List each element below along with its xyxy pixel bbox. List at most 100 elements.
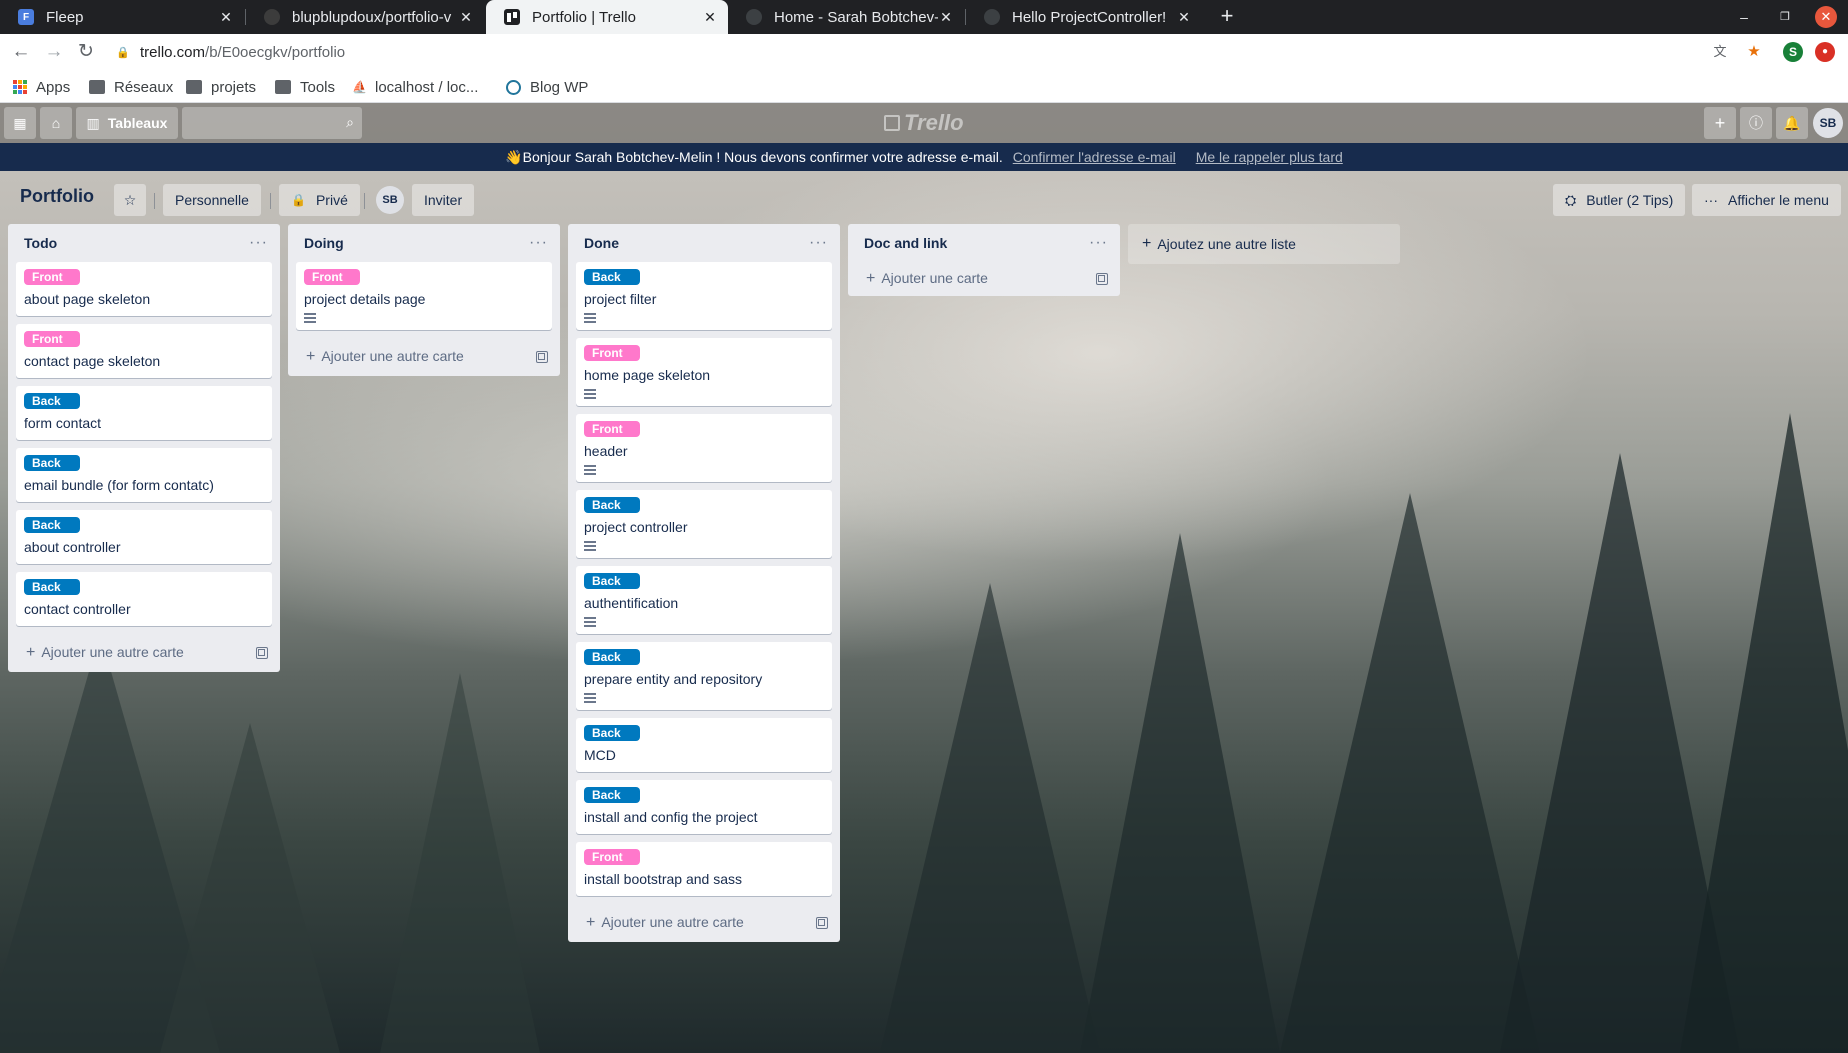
card-title: install and config the project	[584, 809, 758, 825]
browser-tab-github[interactable]: blupblupdoux/portfolio-v ✕	[246, 0, 484, 34]
browser-tab-trello[interactable]: Portfolio | Trello ✕	[486, 0, 728, 34]
card[interactable]: Front project details page	[296, 262, 552, 330]
card-label: Back	[24, 393, 80, 409]
boards-button[interactable]: ▥ Tableaux	[76, 107, 178, 139]
bookmark-tools[interactable]: Tools	[275, 76, 335, 98]
card[interactable]: Back form contact	[16, 386, 272, 440]
invite-button[interactable]: Inviter	[412, 184, 475, 216]
extension-icon[interactable]: ●	[1815, 42, 1835, 62]
list-title[interactable]: Todo	[24, 235, 57, 251]
card-template-icon[interactable]	[536, 351, 548, 363]
card[interactable]: Front contact page skeleton	[16, 324, 272, 378]
card[interactable]: Back MCD	[576, 718, 832, 772]
close-tab-icon[interactable]: ✕	[458, 9, 474, 26]
new-tab-button[interactable]: +	[1214, 4, 1240, 30]
card-template-icon[interactable]	[1096, 273, 1108, 285]
add-card-button[interactable]: + Ajouter une autre carte	[8, 634, 280, 672]
card[interactable]: Back project filter	[576, 262, 832, 330]
add-card-button[interactable]: + Ajouter une carte	[848, 262, 1120, 296]
background-tree	[1680, 413, 1848, 1053]
list-title[interactable]: Doc and link	[864, 235, 947, 251]
list-menu-icon[interactable]: ···	[809, 234, 828, 252]
member-avatar[interactable]: SB	[376, 186, 404, 214]
home-icon[interactable]: ⌂	[40, 107, 72, 139]
forward-arrow-icon[interactable]: →	[42, 40, 66, 64]
remind-later-link[interactable]: Me le rappeler plus tard	[1196, 149, 1343, 165]
card-title: header	[584, 443, 628, 459]
browser-tab-project-controller[interactable]: Hello ProjectController! ✕	[966, 0, 1202, 34]
bookmark-star-icon[interactable]: ★	[1744, 42, 1764, 62]
board-title[interactable]: Portfolio	[20, 186, 94, 207]
card[interactable]: Front home page skeleton	[576, 338, 832, 406]
reload-icon[interactable]: ↻	[74, 40, 98, 64]
team-button[interactable]: Personnelle	[163, 184, 261, 216]
translate-icon[interactable]: 文	[1710, 42, 1730, 62]
browser-tab-fleep[interactable]: F Fleep ✕	[0, 0, 244, 34]
list-menu-icon[interactable]: ···	[1089, 234, 1108, 252]
confirm-email-link[interactable]: Confirmer l'adresse e-mail	[1013, 149, 1176, 165]
visibility-label: Privé	[315, 192, 348, 208]
github-favicon-icon	[264, 9, 280, 25]
notification-bell-icon[interactable]: 🔔	[1776, 107, 1808, 139]
card[interactable]: Back prepare entity and repository	[576, 642, 832, 710]
plus-icon: +	[1142, 235, 1152, 252]
card-title: project details page	[304, 291, 426, 307]
bookmark-apps[interactable]: Apps	[13, 76, 70, 98]
close-tab-icon[interactable]: ✕	[938, 9, 954, 26]
divider	[364, 193, 365, 209]
bookmark-localhost[interactable]: ⛵ localhost / loc...	[352, 76, 478, 98]
butler-button[interactable]: ⛭ Butler (2 Tips)	[1553, 184, 1686, 216]
card[interactable]: Back install and config the project	[576, 780, 832, 834]
card[interactable]: Back contact controller	[16, 572, 272, 626]
add-card-button[interactable]: + Ajouter une autre carte	[568, 904, 840, 942]
search-input[interactable]: ⌕	[182, 107, 362, 139]
close-tab-icon[interactable]: ✕	[1176, 9, 1192, 26]
card-label: Back	[584, 269, 640, 285]
list-menu-icon[interactable]: ···	[249, 234, 268, 252]
card[interactable]: Back project controller	[576, 490, 832, 558]
show-menu-button[interactable]: ··· Afficher le menu	[1692, 184, 1841, 216]
close-tab-icon[interactable]: ✕	[218, 9, 234, 26]
card[interactable]: Back authentification	[576, 566, 832, 634]
star-board-icon[interactable]: ☆	[114, 184, 146, 216]
list-done: Done ··· Back project filter Front home pa…	[568, 224, 840, 942]
create-plus-icon[interactable]: +	[1704, 107, 1736, 139]
folder-icon	[186, 80, 202, 94]
address-bar[interactable]: 🔒 trello.com/b/E0oecgkv/portfolio	[116, 37, 1696, 67]
window-close-icon[interactable]: ✕	[1815, 6, 1837, 28]
info-icon[interactable]: ⓘ	[1740, 107, 1772, 139]
card-template-icon[interactable]	[256, 647, 268, 659]
card-label: Back	[584, 725, 640, 741]
back-arrow-icon[interactable]: ←	[9, 40, 33, 64]
card[interactable]: Front header	[576, 414, 832, 482]
list-title[interactable]: Doing	[304, 235, 344, 251]
card[interactable]: Front about page skeleton	[16, 262, 272, 316]
card[interactable]: Front install bootstrap and sass	[576, 842, 832, 896]
bookmark-reseaux[interactable]: Réseaux	[89, 76, 173, 98]
add-card-button[interactable]: + Ajouter une autre carte	[288, 338, 560, 376]
user-avatar[interactable]: SB	[1813, 108, 1843, 138]
apps-switcher-icon[interactable]: ▦	[4, 107, 36, 139]
visibility-button[interactable]: 🔒 Privé	[279, 184, 360, 216]
bookmark-label: Réseaux	[114, 78, 174, 96]
card[interactable]: Back about controller	[16, 510, 272, 564]
close-tab-icon[interactable]: ✕	[702, 9, 718, 26]
bookmark-blog-wp[interactable]: Blog WP	[506, 76, 588, 98]
profile-avatar[interactable]: S	[1783, 42, 1803, 62]
list-doing: Doing ··· Front project details page + Ajo…	[288, 224, 560, 376]
restore-icon[interactable]: ❐	[1774, 6, 1796, 28]
trello-favicon-icon	[504, 9, 520, 25]
card-title: home page skeleton	[584, 367, 711, 383]
minimize-icon[interactable]: –	[1733, 6, 1755, 28]
list-menu-icon[interactable]: ···	[529, 234, 548, 252]
browser-tab-home[interactable]: Home - Sarah Bobtchev-M ✕	[728, 0, 964, 34]
folder-icon	[89, 80, 105, 94]
bookmark-projets[interactable]: projets	[186, 76, 256, 98]
card-title: contact controller	[24, 601, 131, 617]
trello-logo[interactable]: Trello	[884, 110, 964, 136]
add-list-button[interactable]: + Ajoutez une autre liste	[1128, 224, 1400, 264]
card-label: Back	[24, 455, 80, 471]
card-template-icon[interactable]	[816, 917, 828, 929]
list-title[interactable]: Done	[584, 235, 619, 251]
card[interactable]: Back email bundle (for form contatc)	[16, 448, 272, 502]
